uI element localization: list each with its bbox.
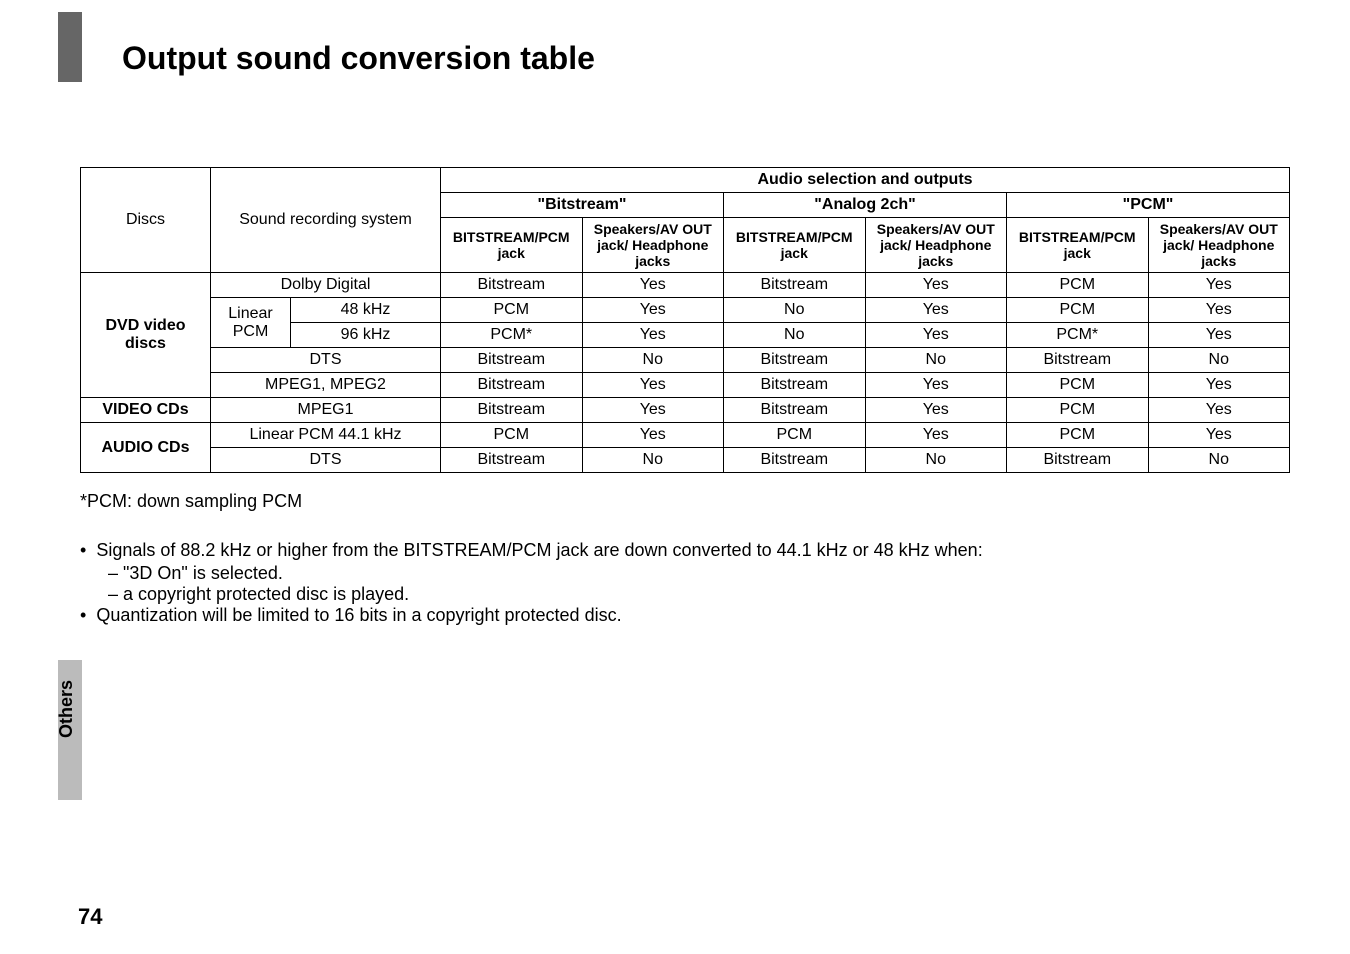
cell: No [865, 448, 1007, 473]
section-label: Others [56, 680, 77, 738]
cell: No [865, 348, 1007, 373]
cell: PCM [1007, 398, 1149, 423]
header-mode-analog: "Analog 2ch" [724, 193, 1007, 218]
header-sub-speakers: Speakers/AV OUT jack/ Headphone jacks [865, 218, 1007, 273]
cell: Yes [1148, 398, 1290, 423]
row-mpeg12: MPEG1, MPEG2 [211, 373, 441, 398]
cell: Yes [1148, 298, 1290, 323]
cell: Yes [582, 273, 724, 298]
cell: Bitstream [724, 273, 866, 298]
footnote-pcm: *PCM: down sampling PCM [80, 491, 1290, 512]
row-dvd-label: DVD video discs [81, 273, 211, 398]
cell: PCM [724, 423, 866, 448]
row-audio-label: AUDIO CDs [81, 423, 211, 473]
cell: PCM [441, 423, 583, 448]
cell: Bitstream [724, 398, 866, 423]
cell: Bitstream [441, 398, 583, 423]
bullet-1: Signals of 88.2 kHz or higher from the B… [80, 540, 1290, 561]
row-dolby: Dolby Digital [211, 273, 441, 298]
row-lpcm441: Linear PCM 44.1 kHz [211, 423, 441, 448]
cell: Bitstream [724, 373, 866, 398]
header-audio-sel: Audio selection and outputs [441, 168, 1290, 193]
header-sub-jack: BITSTREAM/PCM jack [441, 218, 583, 273]
cell: PCM [1007, 423, 1149, 448]
cell: Yes [582, 398, 724, 423]
cell: PCM [1007, 273, 1149, 298]
cell: Bitstream [441, 448, 583, 473]
cell: Yes [582, 323, 724, 348]
cell: PCM* [1007, 323, 1149, 348]
row-96khz: 96 kHz [291, 323, 441, 348]
cell: Yes [582, 373, 724, 398]
cell: PCM [1007, 373, 1149, 398]
bullet-2: Quantization will be limited to 16 bits … [80, 605, 1290, 626]
cell: No [582, 448, 724, 473]
row-dts: DTS [211, 348, 441, 373]
side-tab-top [58, 12, 82, 82]
header-mode-pcm: "PCM" [1007, 193, 1290, 218]
cell: PCM* [441, 323, 583, 348]
cell: No [1148, 348, 1290, 373]
cell: Bitstream [441, 348, 583, 373]
cell: Yes [865, 298, 1007, 323]
header-sub-jack: BITSTREAM/PCM jack [1007, 218, 1149, 273]
header-discs: Discs [81, 168, 211, 273]
cell: Bitstream [1007, 348, 1149, 373]
cell: Yes [582, 423, 724, 448]
row-48khz: 48 kHz [291, 298, 441, 323]
cell: Yes [865, 323, 1007, 348]
header-sub-jack: BITSTREAM/PCM jack [724, 218, 866, 273]
page-title: Output sound conversion table [122, 40, 1290, 77]
bullet-1-sub1: – "3D On" is selected. [108, 563, 1290, 584]
cell: Bitstream [724, 348, 866, 373]
cell: Yes [1148, 323, 1290, 348]
row-mpeg1: MPEG1 [211, 398, 441, 423]
cell: No [724, 298, 866, 323]
cell: No [724, 323, 866, 348]
notes: Signals of 88.2 kHz or higher from the B… [80, 540, 1290, 626]
page-number: 74 [78, 904, 102, 930]
row-linear-pcm: Linear PCM [211, 298, 291, 348]
cell: Yes [1148, 273, 1290, 298]
row-dts2: DTS [211, 448, 441, 473]
row-video-label: VIDEO CDs [81, 398, 211, 423]
header-srs: Sound recording system [211, 168, 441, 273]
cell: Yes [582, 298, 724, 323]
cell: Bitstream [1007, 448, 1149, 473]
header-sub-speakers: Speakers/AV OUT jack/ Headphone jacks [1148, 218, 1290, 273]
header-mode-bitstream: "Bitstream" [441, 193, 724, 218]
cell: Bitstream [441, 273, 583, 298]
cell: Bitstream [724, 448, 866, 473]
cell: No [582, 348, 724, 373]
cell: Yes [1148, 423, 1290, 448]
bullet-1-sub2: – a copyright protected disc is played. [108, 584, 1290, 605]
page: Output sound conversion table Discs Soun… [0, 0, 1350, 954]
header-sub-speakers: Speakers/AV OUT jack/ Headphone jacks [582, 218, 724, 273]
conversion-table: Discs Sound recording system Audio selec… [80, 167, 1290, 473]
cell: Yes [865, 273, 1007, 298]
cell: PCM [441, 298, 583, 323]
cell: Yes [1148, 373, 1290, 398]
cell: Yes [865, 398, 1007, 423]
cell: PCM [1007, 298, 1149, 323]
cell: Bitstream [441, 373, 583, 398]
cell: Yes [865, 373, 1007, 398]
cell: No [1148, 448, 1290, 473]
cell: Yes [865, 423, 1007, 448]
